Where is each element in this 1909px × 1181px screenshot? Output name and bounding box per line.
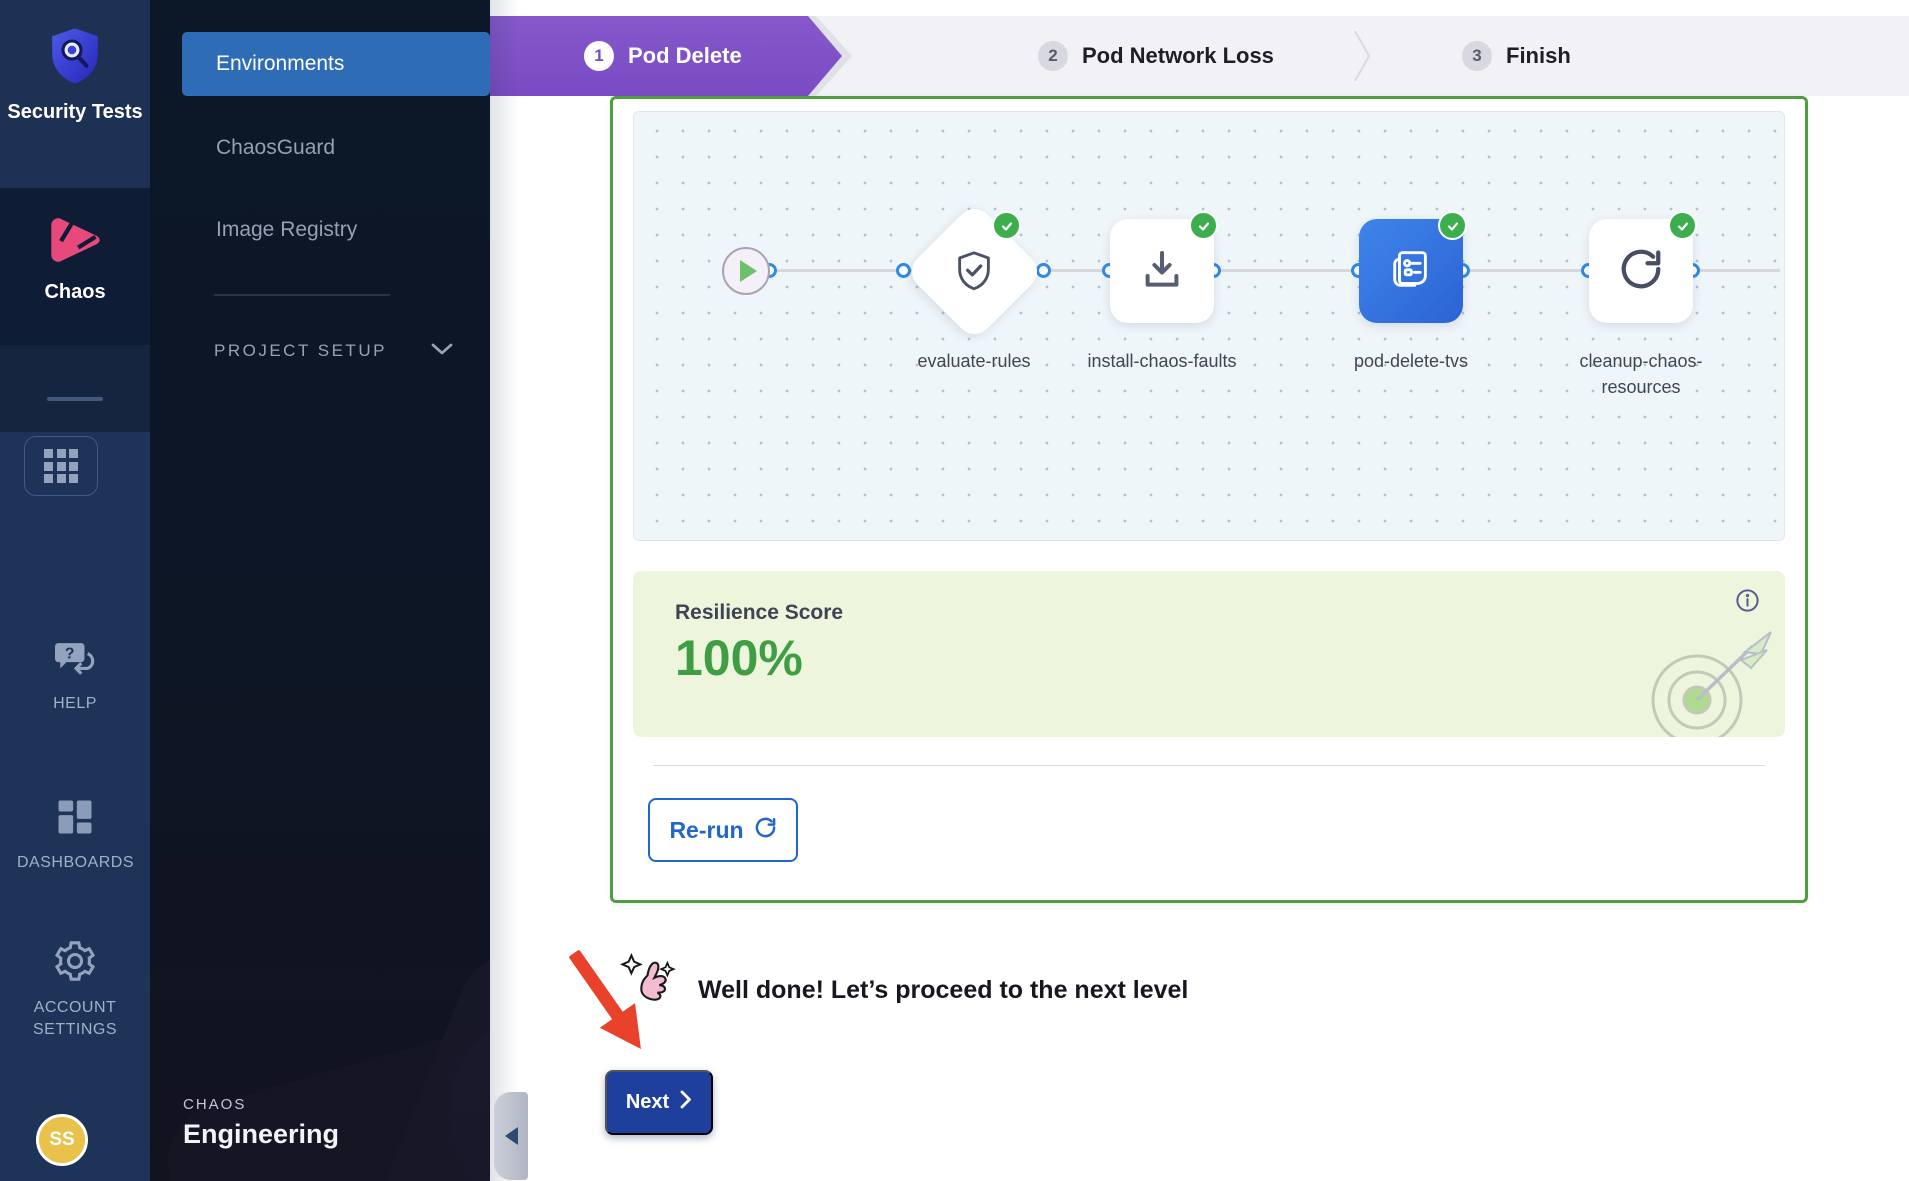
step-separator-chevron-icon	[1352, 29, 1374, 88]
main-content: 1 Pod Delete 2 Pod Network Loss 3 Finish	[490, 0, 1909, 1181]
rail-item-dashboards[interactable]: DASHBOARDS	[0, 795, 150, 874]
module-title: Engineering	[183, 1119, 339, 1150]
node-label: cleanup-chaos-resources	[1566, 348, 1716, 400]
rerun-button[interactable]: Re-run	[648, 798, 798, 862]
chevron-down-icon	[431, 341, 453, 361]
sidebar-collapse-handle[interactable]	[494, 1092, 528, 1180]
rail-item-help[interactable]: ? HELP	[0, 640, 150, 715]
card-divider	[653, 765, 1765, 766]
chevron-left-icon	[505, 1127, 518, 1145]
help-chat-icon: ?	[53, 640, 97, 685]
dashboards-icon	[53, 795, 97, 844]
sidebar-divider	[214, 294, 390, 296]
refresh-icon	[1618, 246, 1664, 297]
chevron-right-icon	[680, 1090, 692, 1115]
step-pod-network-loss[interactable]: 2 Pod Network Loss	[1038, 16, 1274, 96]
step-number: 3	[1462, 41, 1492, 71]
node-label: evaluate-rules	[899, 348, 1049, 374]
score-label: Resilience Score	[675, 601, 843, 625]
rail-item-account-settings[interactable]: ACCOUNT SETTINGS	[0, 938, 150, 1041]
module-security-tests[interactable]: Security Tests	[0, 0, 150, 188]
annotation-arrow-icon	[548, 950, 653, 1085]
step-number: 1	[584, 41, 614, 71]
next-label: Next	[626, 1091, 669, 1114]
sidebar-item-environments[interactable]: Environments	[182, 32, 490, 96]
module-kicker: CHAOS	[183, 1096, 339, 1113]
node-label: pod-delete-tvs	[1336, 348, 1486, 374]
shield-search-icon	[46, 26, 104, 91]
step-label: Pod Delete	[628, 43, 742, 69]
gear-icon	[52, 938, 98, 989]
wizard-stepper: 1 Pod Delete 2 Pod Network Loss 3 Finish	[490, 16, 1909, 96]
module-label: Chaos	[44, 281, 105, 304]
module-chaos[interactable]: Chaos	[0, 188, 150, 345]
step-number: 2	[1038, 41, 1068, 71]
module-label: Security Tests	[7, 101, 142, 124]
score-value: 100%	[675, 629, 803, 687]
pipeline-node-install-chaos-faults[interactable]	[1110, 219, 1214, 323]
play-icon	[740, 260, 757, 282]
success-badge	[1668, 211, 1697, 240]
rail-item-label: ACCOUNT SETTINGS	[17, 997, 133, 1041]
module-picker-button[interactable]	[24, 436, 98, 496]
chaos-fault-icon	[1388, 246, 1434, 297]
pipeline-node-cleanup-chaos-resources[interactable]	[1589, 219, 1693, 323]
resilience-score-box: Resilience Score 100%	[633, 571, 1785, 737]
step-label: Finish	[1506, 43, 1571, 69]
section-label: PROJECT SETUP	[214, 341, 387, 361]
info-icon[interactable]	[1734, 587, 1761, 619]
pipeline-canvas[interactable]: evaluate-rules install-chaos-faults pod-…	[633, 111, 1785, 541]
pipeline-start-node[interactable]	[722, 247, 770, 295]
pipeline-node-pod-delete-tvs[interactable]	[1359, 219, 1463, 323]
step-label: Pod Network Loss	[1082, 43, 1274, 69]
project-sidebar: Environments ChaosGuard Image Registry P…	[150, 0, 490, 1181]
sidebar-item-chaosguard[interactable]: ChaosGuard	[182, 116, 490, 180]
sidebar-item-image-registry[interactable]: Image Registry	[182, 198, 490, 262]
node-label: install-chaos-faults	[1087, 348, 1237, 374]
success-badge	[1438, 211, 1467, 240]
pipeline-node-evaluate-rules[interactable]	[904, 201, 1044, 341]
rerun-label: Re-run	[669, 817, 743, 844]
svg-text:?: ?	[65, 645, 75, 662]
success-badge	[992, 211, 1021, 240]
download-icon	[1138, 245, 1186, 298]
chaos-icon	[47, 214, 103, 271]
sidebar-footer: CHAOS Engineering	[183, 1096, 339, 1150]
user-avatar[interactable]: SS	[36, 1114, 88, 1166]
shield-check-icon	[904, 201, 1044, 341]
rail-item-label: HELP	[53, 693, 97, 715]
refresh-icon	[754, 816, 777, 845]
step-finish[interactable]: 3 Finish	[1462, 16, 1571, 96]
rail-divider	[47, 397, 103, 401]
step-pod-delete[interactable]: 1 Pod Delete	[490, 16, 842, 96]
experiment-result-card: evaluate-rules install-chaos-faults pod-…	[610, 96, 1808, 903]
target-dart-illustration	[1649, 628, 1781, 737]
rail-spacer	[0, 345, 150, 432]
rail-item-label: DASHBOARDS	[17, 852, 133, 874]
congrats-message: Well done! Let’s proceed to the next lev…	[698, 976, 1188, 1005]
grid-icon	[44, 449, 78, 483]
success-badge	[1189, 211, 1218, 240]
sidebar-section-project-setup[interactable]: PROJECT SETUP	[214, 330, 453, 372]
module-rail: Security Tests Chaos ? HELP	[0, 0, 150, 1181]
